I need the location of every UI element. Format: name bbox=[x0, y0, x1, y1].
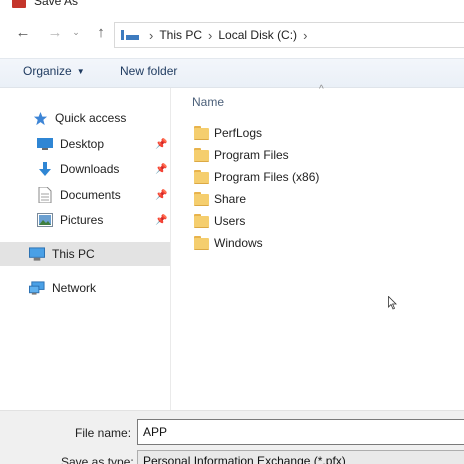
breadcrumb-separator: › bbox=[149, 27, 154, 43]
folder-name: Users bbox=[214, 214, 246, 228]
nav-item-label: Network bbox=[52, 281, 97, 295]
sort-ascending-icon: ^ bbox=[319, 84, 324, 95]
nav-item-desktop[interactable]: Desktop bbox=[37, 133, 104, 155]
pin-icon[interactable]: 📌 bbox=[155, 164, 167, 175]
up-button[interactable]: ↑ bbox=[91, 22, 111, 42]
document-icon bbox=[37, 187, 53, 203]
nav-item-quick-access[interactable]: Quick access bbox=[32, 107, 126, 129]
breadcrumb-separator: › bbox=[208, 27, 213, 43]
pin-icon[interactable]: 📌 bbox=[155, 215, 167, 226]
column-header-name[interactable]: Name bbox=[192, 95, 224, 109]
save-as-type-select[interactable]: Personal Information Exchange (*.pfx) bbox=[137, 450, 464, 464]
folder-name: Share bbox=[214, 192, 247, 206]
forward-button[interactable]: → bbox=[45, 22, 65, 42]
nav-item-label: Downloads bbox=[60, 162, 120, 176]
nav-item-documents[interactable]: Documents bbox=[37, 184, 121, 206]
nav-item-label: Quick access bbox=[55, 111, 127, 125]
file-name-input[interactable] bbox=[137, 419, 464, 445]
nav-item-network[interactable]: Network bbox=[29, 277, 96, 299]
computer-icon bbox=[121, 29, 139, 41]
folder-name: Windows bbox=[214, 236, 263, 250]
nav-item-this-pc[interactable]: This PC bbox=[0, 242, 170, 266]
folder-item[interactable]: Program Files (x86) bbox=[194, 167, 319, 187]
title-bar: Save As bbox=[0, 0, 464, 14]
folder-icon bbox=[194, 170, 209, 184]
folder-item[interactable]: Program Files bbox=[194, 145, 289, 165]
desktop-icon bbox=[37, 136, 53, 152]
pin-icon[interactable]: 📌 bbox=[155, 190, 167, 201]
folder-icon bbox=[194, 214, 209, 228]
organize-button[interactable]: Organize ▼ bbox=[23, 64, 85, 78]
folder-name: PerfLogs bbox=[214, 126, 263, 140]
recent-locations-chevron-icon[interactable]: ⌄ bbox=[70, 22, 82, 42]
save-as-type-label: Save as type: bbox=[61, 455, 134, 464]
folder-name: Program Files (x86) bbox=[214, 170, 320, 184]
app-icon bbox=[12, 0, 26, 8]
network-icon bbox=[29, 280, 45, 296]
organize-label: Organize bbox=[23, 64, 72, 78]
caret-down-icon: ▼ bbox=[76, 67, 85, 76]
breadcrumb-this-pc[interactable]: This PC bbox=[159, 28, 202, 42]
star-icon bbox=[32, 110, 48, 126]
nav-item-pictures[interactable]: Pictures bbox=[37, 209, 103, 231]
nav-item-label: This PC bbox=[52, 247, 95, 261]
folder-item[interactable]: Users bbox=[194, 211, 245, 231]
nav-item-label: Pictures bbox=[60, 213, 104, 227]
pin-icon[interactable]: 📌 bbox=[155, 139, 167, 150]
folder-icon bbox=[194, 236, 209, 250]
download-arrow-icon bbox=[37, 161, 53, 177]
picture-icon bbox=[37, 212, 53, 228]
mouse-cursor-icon bbox=[388, 296, 397, 310]
folder-icon bbox=[194, 148, 209, 162]
computer-icon bbox=[29, 246, 45, 262]
window-title: Save As bbox=[34, 0, 79, 8]
nav-item-label: Desktop bbox=[60, 137, 105, 151]
breadcrumb-separator[interactable]: › bbox=[303, 28, 307, 43]
folder-item[interactable]: Share bbox=[194, 189, 246, 209]
breadcrumb-local-disk[interactable]: Local Disk (C:) bbox=[218, 28, 297, 42]
folder-icon bbox=[194, 126, 209, 140]
folder-name: Program Files bbox=[214, 148, 289, 162]
nav-item-label: Documents bbox=[60, 188, 121, 202]
back-button[interactable]: ← bbox=[13, 22, 33, 42]
address-bar[interactable]: › This PC › Local Disk (C:) › bbox=[114, 22, 464, 48]
nav-item-downloads[interactable]: Downloads bbox=[37, 158, 119, 180]
folder-icon bbox=[194, 192, 209, 206]
file-name-label: File name: bbox=[75, 426, 132, 440]
folder-item[interactable]: Windows bbox=[194, 233, 263, 253]
folder-item[interactable]: PerfLogs bbox=[194, 123, 262, 143]
new-folder-button[interactable]: New folder bbox=[120, 64, 177, 78]
